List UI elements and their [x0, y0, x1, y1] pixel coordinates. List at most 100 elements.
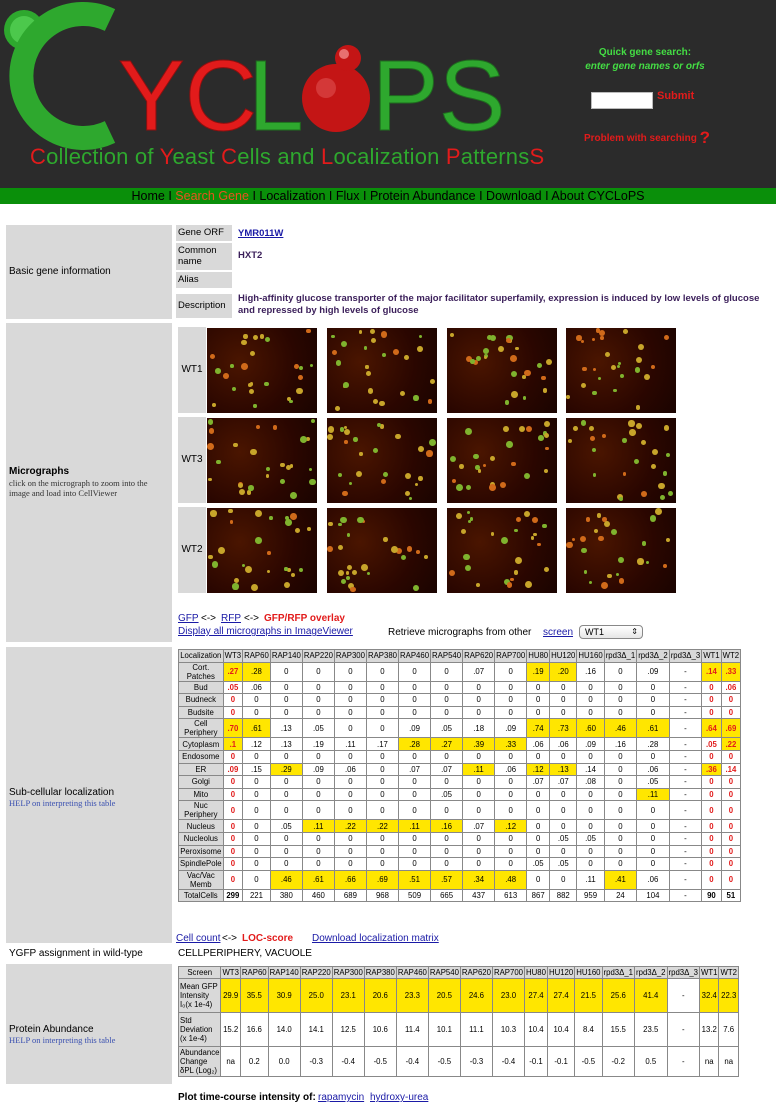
cell-dot — [413, 585, 420, 592]
cell-dot — [542, 388, 548, 393]
nav-protein-abundance[interactable]: Protein Abundance — [370, 189, 476, 203]
cell-dot — [249, 350, 256, 357]
table-cell: 0 — [365, 787, 400, 802]
cell-dot — [308, 467, 312, 471]
micrograph-thumbnail[interactable] — [207, 418, 317, 503]
cell-dot — [543, 432, 550, 439]
rapamycin-link[interactable]: rapamycin — [318, 1092, 364, 1103]
svg-text:PS: PS — [372, 40, 505, 150]
table-cell: .61 — [301, 869, 335, 890]
nav-search-gene[interactable]: Search Gene — [175, 189, 249, 203]
submit-button[interactable]: Submit — [657, 90, 694, 102]
table-cell: 0 — [576, 819, 605, 833]
micrograph-thumbnail[interactable] — [327, 328, 437, 413]
column-header: HU120 — [546, 966, 576, 979]
cell-count-link[interactable]: Cell count — [176, 933, 220, 944]
micrograph-thumbnail[interactable] — [566, 418, 676, 503]
nav-home[interactable]: Home — [131, 189, 164, 203]
table-cell: 0 — [636, 831, 670, 846]
table-cell: 0 — [701, 680, 722, 695]
micrograph-thumbnail[interactable] — [447, 328, 557, 413]
rfp-link[interactable]: RFP — [221, 613, 241, 624]
cell-dot — [515, 516, 522, 523]
column-header: Localization — [178, 649, 224, 663]
cell-dot — [449, 455, 456, 462]
gfp-link[interactable]: GFP — [178, 613, 199, 624]
cell-dot — [451, 479, 456, 484]
search-problem-link[interactable]: Problem with searching ? — [584, 128, 710, 148]
abundance-help-link[interactable]: HELP on interpreting this table — [9, 1035, 115, 1045]
screen-select[interactable]: WT1 ⇕ — [579, 625, 643, 639]
cell-dot — [247, 490, 252, 495]
cell-dot — [610, 364, 617, 371]
table-cell: .16 — [603, 737, 638, 751]
micrograph-thumbnail[interactable] — [447, 418, 557, 503]
micrograph-thumbnail[interactable] — [207, 328, 317, 413]
svg-text:YC: YC — [118, 40, 257, 150]
cell-dot — [592, 367, 596, 371]
table-cell: 0 — [301, 844, 335, 859]
table-cell: 0 — [549, 787, 578, 802]
micrograph-thumbnail[interactable] — [566, 508, 676, 593]
table-cell: .28 — [397, 737, 432, 751]
table-cell: 0 — [494, 831, 528, 846]
table-cell: 0 — [462, 680, 496, 695]
micrograph-thumbnail[interactable] — [327, 508, 437, 593]
cell-dot — [413, 395, 419, 401]
table-cell: 0 — [301, 749, 335, 764]
cell-dot — [424, 555, 429, 559]
cell-dot — [380, 479, 386, 485]
cell-dot — [465, 427, 473, 435]
table-cell: 0 — [549, 680, 578, 695]
screen-link[interactable]: screen — [543, 627, 573, 638]
table-cell: 689 — [333, 888, 367, 903]
nav-flux[interactable]: Flux — [336, 189, 360, 203]
download-matrix-link[interactable]: Download localization matrix — [312, 933, 439, 944]
cell-dot — [297, 374, 303, 380]
table-cell: 0 — [365, 718, 400, 739]
table-cell: 0 — [576, 844, 605, 859]
nav-about[interactable]: About CYCLoPS — [551, 189, 644, 203]
table-cell: 0 — [222, 705, 244, 720]
cell-dot — [519, 425, 526, 432]
micrograph-thumbnail[interactable] — [207, 508, 317, 593]
imageviewer-link[interactable]: Display all micrographs in ImageViewer — [178, 626, 353, 637]
nav-download[interactable]: Download — [486, 189, 542, 203]
cell-dot — [616, 364, 620, 368]
cell-dot — [415, 550, 420, 554]
hydroxyurea-link[interactable]: hydroxy-urea — [370, 1092, 428, 1103]
table-cell: .46 — [603, 718, 638, 739]
table-cell: .16 — [576, 661, 605, 682]
nav-localization[interactable]: Localization — [259, 189, 325, 203]
table-cell: .61 — [636, 718, 670, 739]
table-cell: 509 — [397, 888, 432, 903]
table-cell: 0 — [397, 857, 432, 871]
micrograph-thumbnail[interactable] — [447, 508, 557, 593]
alias-label: Alias — [176, 272, 232, 288]
table-cell: 25.0 — [299, 978, 333, 1013]
loc-score-label: LOC-score — [242, 933, 294, 944]
cell-dot — [618, 578, 625, 585]
table-cell: 0 — [365, 762, 400, 777]
table-cell: 0 — [462, 787, 496, 802]
micrograph-thumbnail[interactable] — [566, 328, 676, 413]
gene-orf-link[interactable]: YMR011W — [238, 228, 283, 240]
table-cell: .05 — [636, 775, 670, 789]
cell-dot — [294, 364, 299, 369]
cell-dot — [207, 419, 214, 426]
localization-help-link[interactable]: HELP on interpreting this table — [9, 798, 115, 808]
quick-search-input[interactable] — [591, 92, 653, 109]
cell-dot — [637, 558, 644, 565]
cell-dot — [211, 561, 219, 568]
column-header: rpd3Δ_2 — [636, 649, 670, 663]
table-cell: - — [668, 718, 703, 739]
table-cell: 0 — [222, 775, 244, 789]
table-cell: 0 — [365, 680, 400, 695]
description-label: Description — [176, 294, 232, 318]
table-cell: 0 — [222, 693, 244, 707]
table-cell: 299 — [222, 888, 244, 903]
cell-dot — [603, 520, 611, 528]
micrograph-thumbnail[interactable] — [327, 418, 437, 503]
localization-label: Sub-cellular localization — [9, 787, 115, 798]
arrow-text: <-> — [244, 613, 260, 624]
